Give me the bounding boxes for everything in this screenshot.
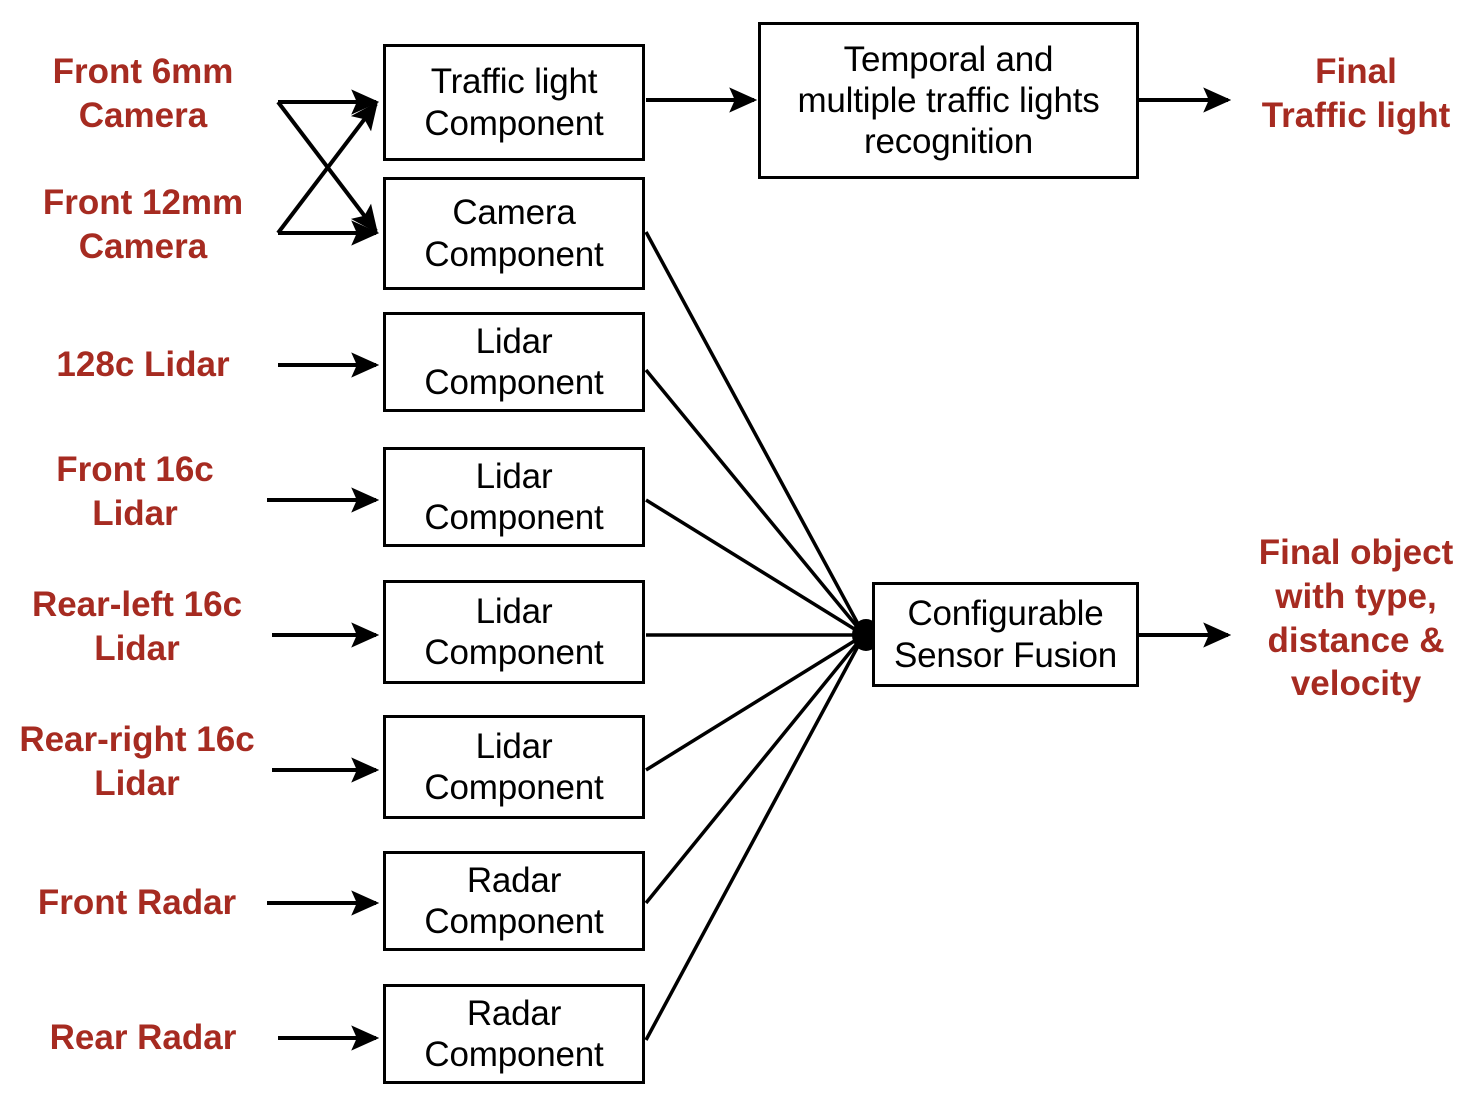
traffic-light-component-box[interactable]: Traffic light Component [383,44,645,161]
sensor-label-front-radar: Front Radar [8,881,266,925]
sensor-label-line2: Camera [78,226,208,266]
sensor-label-line1: Rear-right 16c [19,720,255,759]
output-label-line1: Final [1315,52,1397,91]
component-label-line1: Radar [466,993,562,1033]
sensor-label-line2: Lidar [94,763,180,803]
edge-front6mm-to-camera-component [276,100,378,234]
radar-component-box-2[interactable]: Radar Component [383,984,645,1084]
component-label-line2: Component [424,633,604,672]
sensor-label-line1: Front 16c [56,450,214,489]
lidar-component-box-3[interactable]: Lidar Component [383,580,645,684]
fusion-label-line1: Configurable [907,594,1104,634]
lidar-component-box-1[interactable]: Lidar Component [383,312,645,412]
component-label-line2: Component [424,498,604,537]
configurable-sensor-fusion-box[interactable]: Configurable Sensor Fusion [872,582,1139,687]
temporal-recognition-box[interactable]: Temporal and multiple traffic lights rec… [758,22,1139,179]
final-traffic-light-output-label: Final Traffic light [1240,50,1472,138]
edge-lidar4-to-fusion [645,633,865,772]
component-label-line2: Component [424,363,604,402]
component-label-line1: Lidar [475,726,553,766]
sensor-label-128c-lidar: 128c Lidar [14,343,272,387]
final-object-output-label: Final object with type, distance & veloc… [1240,531,1472,706]
sensor-label-front-12mm-camera: Front 12mm Camera [14,181,272,269]
component-label-line2: Component [424,103,604,143]
sensor-label-rear-right-16c-lidar: Rear-right 16c Lidar [2,718,272,806]
sensor-label-front-16c-lidar: Front 16c Lidar [6,448,264,536]
camera-component-box[interactable]: Camera Component [383,177,645,290]
edge-front12mm-to-traffic-light [276,101,378,235]
edge-lidar2-to-fusion [645,498,865,637]
sensor-label-line1: Front 6mm [52,52,234,91]
component-label-line1: Traffic light [430,62,598,102]
sensor-label-line1: Front Radar [37,883,237,922]
component-label-line2: Component [424,234,604,274]
fusion-label-line2: Sensor Fusion [893,635,1118,675]
edge-radar2-to-fusion [644,634,866,1041]
output-label-line1: Final object [1258,533,1454,572]
sensor-label-front-6mm-camera: Front 6mm Camera [14,50,272,138]
component-label-line1: Camera [452,193,576,233]
output-label-line2: with type, [1275,576,1437,616]
output-label-line4: velocity [1290,664,1422,704]
temporal-label-line2: multiple traffic lights [797,80,1100,120]
component-label-line1: Lidar [475,456,553,496]
sensor-label-line1: Rear-left 16c [31,585,243,624]
output-label-line2: Traffic light [1261,95,1451,135]
edge-lidar1-to-fusion [644,368,866,637]
sensor-fusion-diagram: Front 6mm Camera Front 12mm Camera 128c … [0,0,1472,1104]
lidar-component-box-4[interactable]: Lidar Component [383,715,645,819]
component-label-line1: Radar [466,860,562,900]
sensor-label-line1: 128c Lidar [56,345,230,384]
component-label-line2: Component [424,902,604,941]
radar-component-box-1[interactable]: Radar Component [383,851,645,951]
sensor-label-line1: Rear Radar [49,1018,237,1057]
component-label-line2: Component [424,768,604,807]
lidar-component-box-2[interactable]: Lidar Component [383,447,645,547]
output-label-line3: distance & [1267,620,1445,660]
sensor-label-line1: Front 12mm [42,183,244,222]
edge-radar1-to-fusion [644,633,866,905]
temporal-label-line3: recognition [863,122,1034,162]
temporal-label-line1: Temporal and [843,39,1054,79]
component-label-line2: Component [424,1035,604,1074]
sensor-label-rear-radar: Rear Radar [14,1016,272,1060]
sensor-label-line2: Camera [78,95,208,135]
edge-camera-component-to-fusion [644,231,866,636]
sensor-label-rear-left-16c-lidar: Rear-left 16c Lidar [6,583,268,671]
component-label-line1: Lidar [475,321,553,361]
sensor-label-line2: Lidar [92,493,178,533]
component-label-line1: Lidar [475,591,553,631]
sensor-label-line2: Lidar [94,628,180,668]
